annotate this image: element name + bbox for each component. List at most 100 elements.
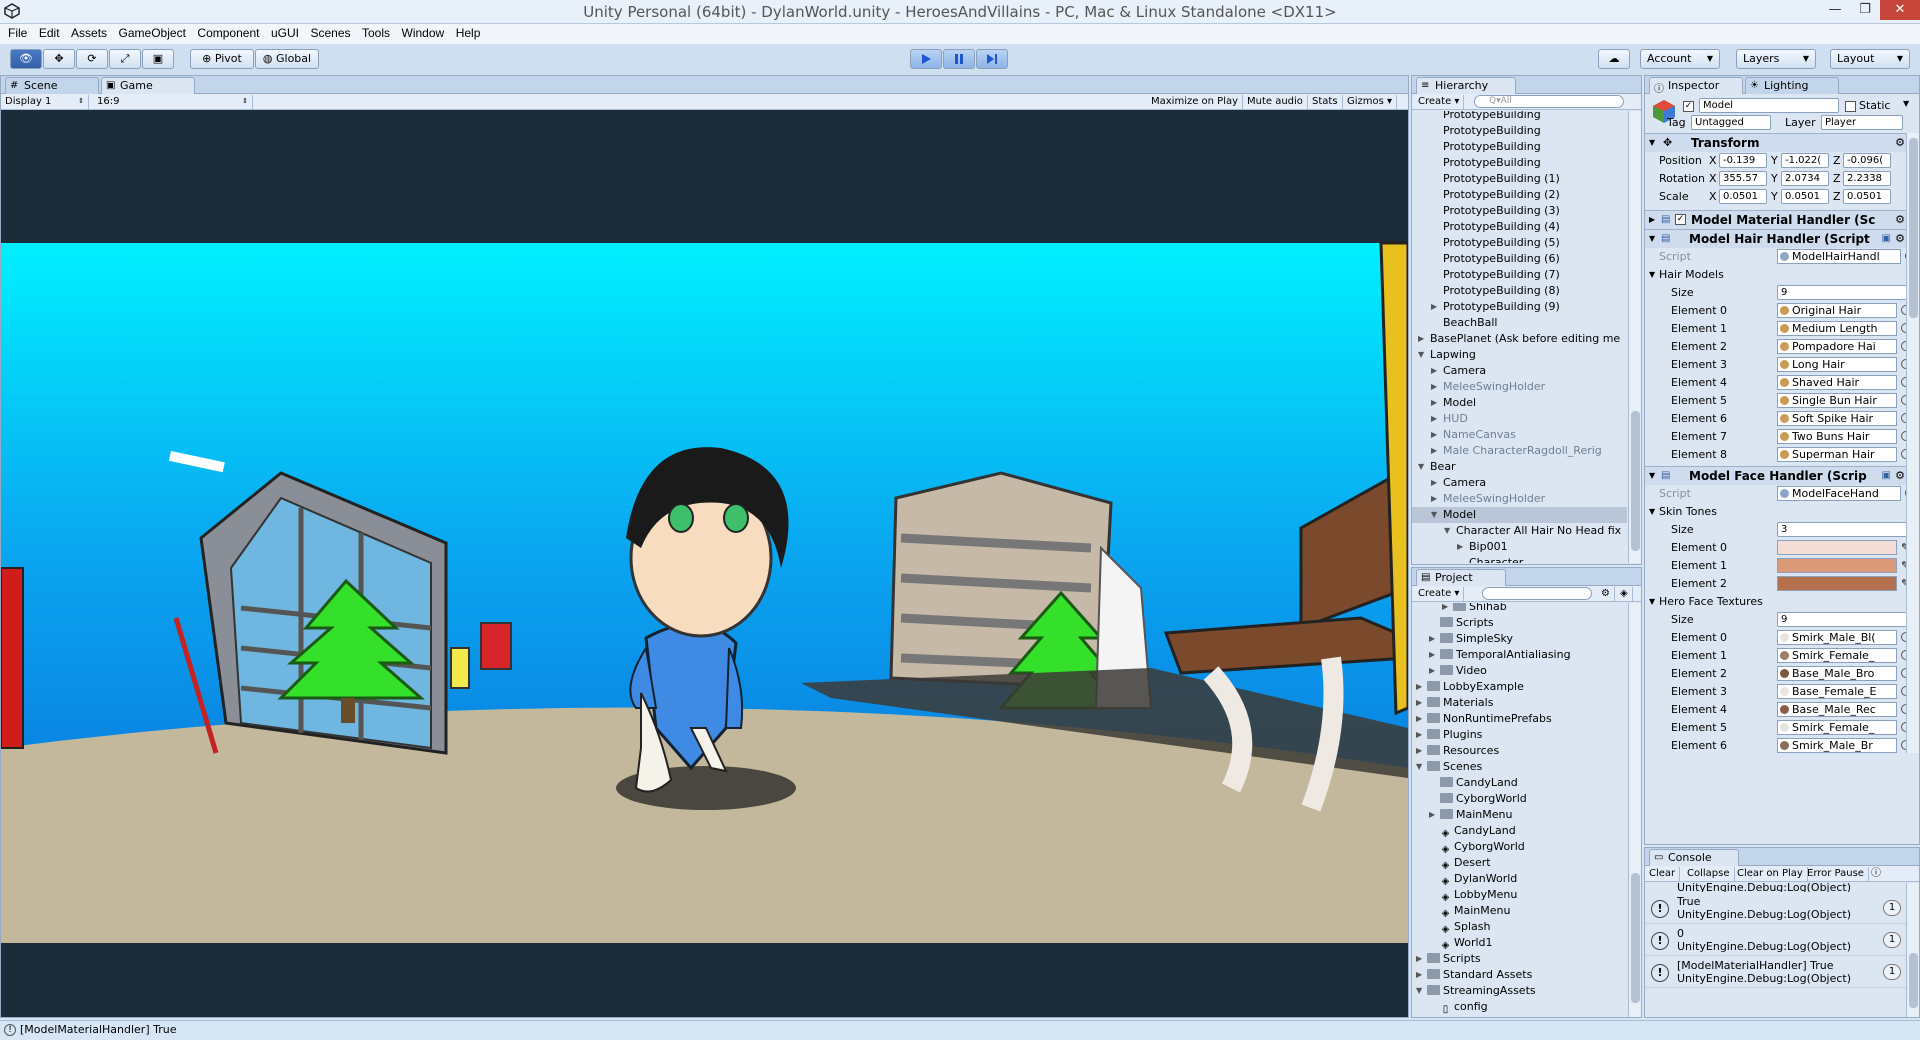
gear-icon[interactable]: ⚙ (1895, 134, 1905, 152)
project-item[interactable]: Scripts (1412, 615, 1627, 631)
expand-arrow-closed-icon[interactable]: ▶ (1431, 411, 1437, 427)
expand-arrow-closed-icon[interactable]: ▶ (1431, 379, 1437, 395)
hierarchy-create-dropdown[interactable]: Create ▾ (1414, 95, 1465, 109)
global-toggle[interactable]: ◍ Global (255, 49, 319, 69)
object-field[interactable]: ModelFaceHand (1777, 486, 1901, 501)
object-field[interactable]: Smirk_Female_ (1777, 720, 1897, 735)
object-field[interactable]: Base_Female_E (1777, 684, 1897, 699)
foldout-arrow-icon[interactable]: ▼ (1649, 467, 1655, 485)
transform-y-field[interactable]: 0.0501 (1781, 189, 1829, 204)
hierarchy-item[interactable]: Character (1412, 555, 1627, 563)
active-checkbox[interactable]: ✓ (1683, 101, 1694, 112)
gizmos-dropdown[interactable]: Gizmos ▾ (1343, 95, 1398, 109)
object-field[interactable]: ModelHairHandl (1777, 249, 1901, 264)
object-field[interactable]: Smirk_Male_Bl( (1777, 630, 1897, 645)
object-field[interactable]: Shaved Hair (1777, 375, 1897, 390)
menu-help[interactable]: Help (456, 24, 481, 40)
layout-dropdown[interactable]: Layout ▼ (1830, 49, 1910, 69)
expand-arrow-closed-icon[interactable]: ▶ (1416, 727, 1422, 743)
project-item[interactable]: ▶ TemporalAntialiasing (1412, 647, 1627, 663)
project-search-input[interactable] (1482, 587, 1592, 600)
object-field[interactable]: Soft Spike Hair (1777, 411, 1897, 426)
size-field[interactable]: 3 (1777, 522, 1915, 537)
foldout-arrow-icon[interactable]: ▼ (1649, 266, 1655, 284)
menu-scenes[interactable]: Scenes (310, 24, 350, 40)
expand-arrow-closed-icon[interactable]: ▶ (1457, 539, 1463, 555)
expand-arrow-closed-icon[interactable]: ▶ (1416, 951, 1422, 967)
transform-x-field[interactable]: 355.57 (1719, 171, 1767, 186)
project-item[interactable]: CyborgWorld (1412, 791, 1627, 807)
menu-component[interactable]: Component (197, 24, 259, 40)
menu-ugui[interactable]: uGUI (271, 24, 299, 40)
hierarchy-item[interactable]: PrototypeBuilding (2) (1412, 187, 1627, 203)
hierarchy-item[interactable]: ▶ BasePlanet (Ask before editing me (1412, 331, 1627, 347)
hierarchy-item[interactable]: ▶ PrototypeBuilding (9) (1412, 299, 1627, 315)
project-item[interactable]: ▯ config (1412, 999, 1627, 1015)
scroll-thumb[interactable] (1909, 138, 1918, 318)
gear-icon[interactable]: ⚙ (1895, 211, 1905, 229)
foldout-arrow-icon[interactable]: ▼ (1649, 593, 1655, 611)
expand-arrow-closed-icon[interactable]: ▶ (1429, 631, 1435, 647)
foldout-arrow-icon[interactable]: ▼ (1649, 230, 1655, 248)
gear-icon[interactable]: ⚙ (1895, 467, 1905, 485)
object-field[interactable]: Single Bun Hair (1777, 393, 1897, 408)
expand-arrow-closed-icon[interactable]: ▶ (1431, 475, 1437, 491)
rect-tool-button[interactable]: ▣ (142, 49, 174, 69)
stats-toggle[interactable]: Stats (1308, 95, 1343, 109)
hierarchy-item[interactable]: PrototypeBuilding (6) (1412, 251, 1627, 267)
size-field[interactable]: 9 (1777, 612, 1915, 627)
scroll-thumb[interactable] (1631, 873, 1640, 1003)
console-info-filter[interactable]: ⓘ (1867, 867, 1885, 881)
object-name-field[interactable]: Model (1699, 98, 1839, 113)
inspector-scrollbar[interactable] (1906, 133, 1919, 753)
filter-label-button[interactable]: ◈ (1616, 587, 1633, 601)
aspect-dropdown[interactable]: 16:9 ⇕ (93, 95, 253, 109)
project-item[interactable]: ▶ Video (1412, 663, 1627, 679)
hierarchy-item[interactable]: PrototypeBuilding (1) (1412, 171, 1627, 187)
scale-tool-button[interactable]: ⤢ (109, 49, 141, 69)
project-item[interactable]: ▶ Materials (1412, 695, 1627, 711)
object-field[interactable]: Smirk_Male_Br (1777, 738, 1897, 753)
menu-gameobject[interactable]: GameObject (119, 24, 186, 40)
project-item[interactable]: ◈ CandyLand (1412, 823, 1627, 839)
status-message[interactable]: [ModelMaterialHandler] True (20, 1023, 176, 1036)
expand-arrow-closed-icon[interactable]: ▶ (1431, 491, 1437, 507)
expand-arrow-closed-icon[interactable]: ▶ (1416, 679, 1422, 695)
project-item[interactable]: ▶ NonRuntimePrefabs (1412, 711, 1627, 727)
object-field[interactable]: Long Hair (1777, 357, 1897, 372)
expand-arrow-closed-icon[interactable]: ▶ (1416, 711, 1422, 727)
maximize-on-play-toggle[interactable]: Maximize on Play (1147, 95, 1244, 109)
menu-edit[interactable]: Edit (39, 24, 60, 40)
expand-arrow-open-icon[interactable]: ▼ (1416, 983, 1422, 999)
hierarchy-item[interactable]: ▶ Bip001 (1412, 539, 1627, 555)
console-entry[interactable]: ! 0 UnityEngine.Debug:Log(Object) 1 (1645, 924, 1907, 956)
hierarchy-item[interactable]: PrototypeBuilding (7) (1412, 267, 1627, 283)
project-item[interactable]: ◈ LobbyMenu (1412, 887, 1627, 903)
hierarchy-search-input[interactable]: Q▾All (1474, 95, 1624, 108)
rotate-tool-button[interactable]: ⟳ (76, 49, 108, 69)
hierarchy-item[interactable]: PrototypeBuilding (1412, 111, 1627, 123)
project-item[interactable]: ▶ Scripts (1412, 951, 1627, 967)
close-button[interactable]: ✕ (1880, 0, 1920, 20)
object-field[interactable]: Base_Male_Bro (1777, 666, 1897, 681)
filter-type-button[interactable]: ⚙ (1597, 587, 1615, 601)
tab-inspector[interactable]: ⓘ Inspector (1649, 77, 1743, 95)
display-dropdown[interactable]: Display 1 ⇕ (1, 95, 89, 109)
hierarchy-item[interactable]: PrototypeBuilding (4) (1412, 219, 1627, 235)
expand-arrow-closed-icon[interactable]: ▶ (1416, 967, 1422, 983)
hierarchy-item[interactable]: ▼ Model (1412, 507, 1627, 523)
foldout-arrow-icon[interactable]: ▼ (1649, 134, 1655, 152)
project-item[interactable]: ▼ StreamingAssets (1412, 983, 1627, 999)
hierarchy-item[interactable]: ▶ Camera (1412, 475, 1627, 491)
console-clear-on-play-button[interactable]: Clear on Play (1733, 867, 1808, 881)
foldout-arrow-icon[interactable]: ▶ (1649, 211, 1655, 229)
object-field[interactable]: Superman Hair (1777, 447, 1897, 462)
transform-z-field[interactable]: 0.0501 (1843, 189, 1891, 204)
console-scrollbar[interactable] (1906, 883, 1919, 1017)
minimize-button[interactable]: — (1820, 0, 1850, 20)
menu-assets[interactable]: Assets (71, 24, 107, 40)
object-field[interactable]: Medium Length (1777, 321, 1897, 336)
game-viewport[interactable] (1, 168, 1408, 984)
object-field[interactable]: Original Hair (1777, 303, 1897, 318)
hierarchy-item[interactable]: BeachBall (1412, 315, 1627, 331)
